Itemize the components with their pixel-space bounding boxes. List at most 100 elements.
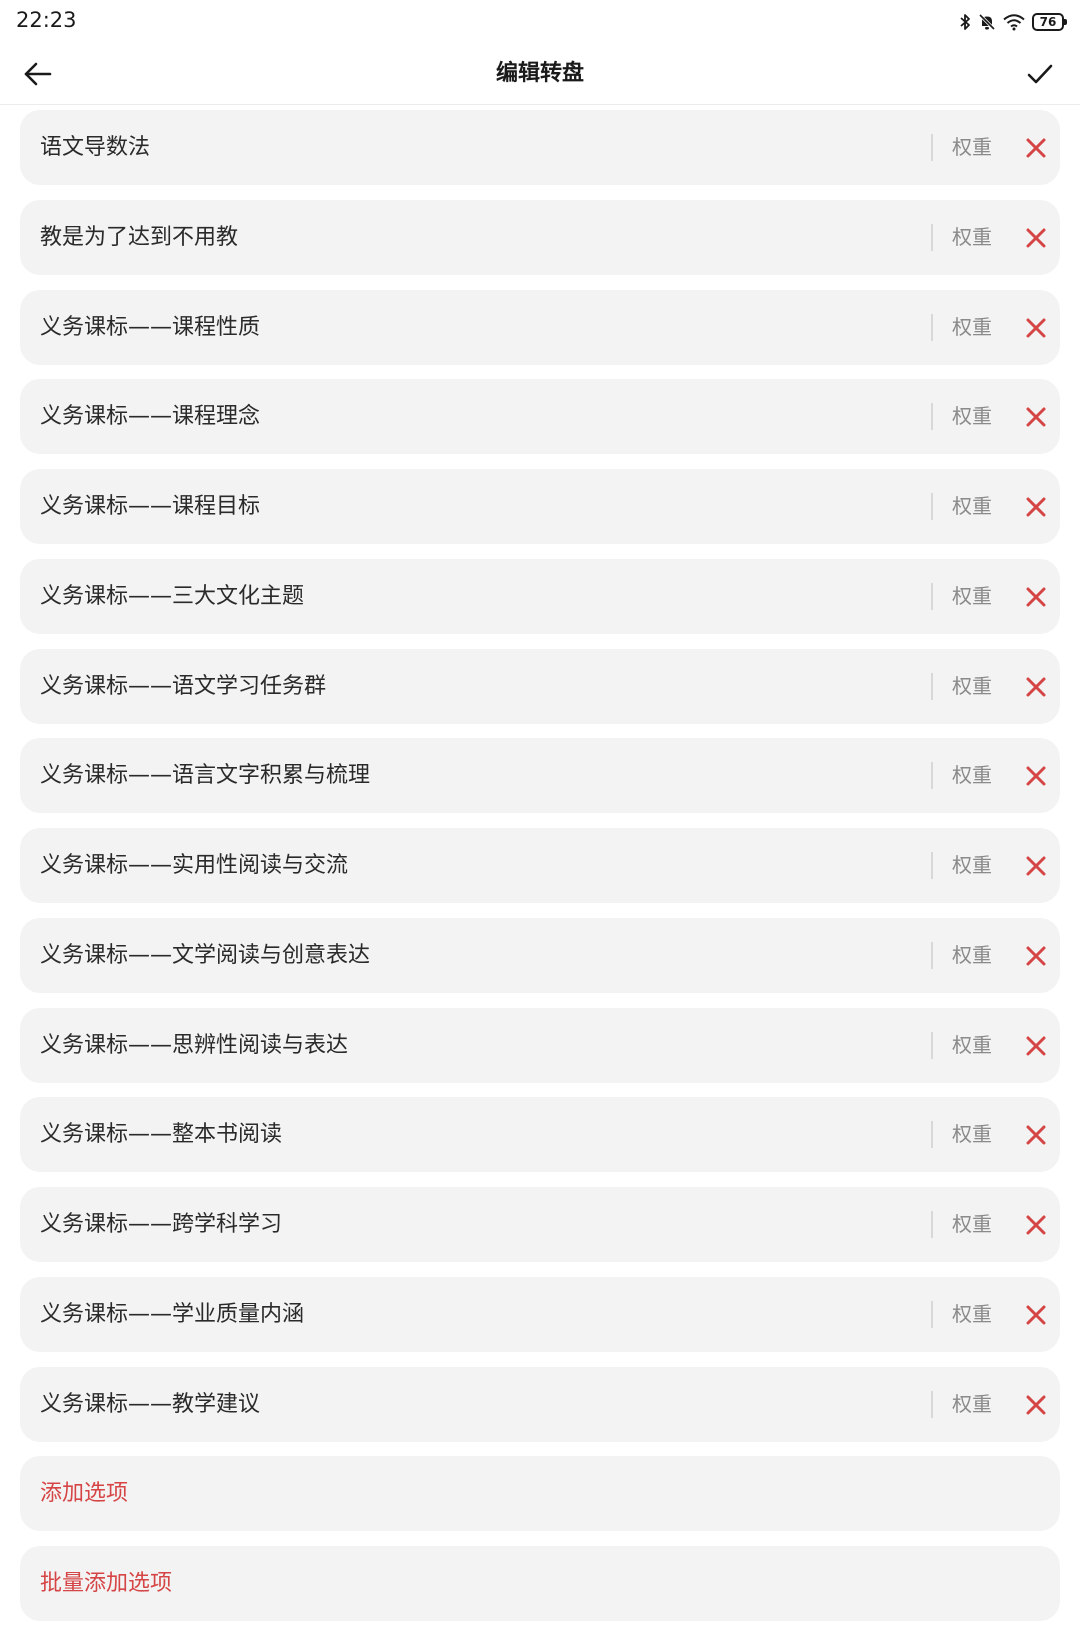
delete-option-button[interactable] — [1024, 944, 1048, 968]
divider — [931, 1390, 933, 1418]
delete-option-button[interactable] — [1024, 1034, 1048, 1058]
option-list: 语文导数法 权重 教是为了达到不用教 权重 义务课标——课程性质 权重 义务课标… — [20, 110, 1060, 1636]
option-row[interactable]: 义务课标——学业质量内涵 权重 — [20, 1276, 1060, 1352]
divider — [931, 762, 933, 790]
close-icon — [1026, 138, 1046, 158]
delete-option-button[interactable] — [1024, 1393, 1048, 1417]
weight-button[interactable]: 权重 — [952, 918, 992, 993]
close-icon — [1026, 1395, 1046, 1414]
app-bar: 编辑转盘 — [0, 44, 1080, 105]
divider — [931, 672, 933, 700]
confirm-button[interactable] — [1024, 58, 1056, 90]
close-icon — [1026, 228, 1046, 248]
option-label[interactable]: 义务课标——思辨性阅读与表达 — [40, 1008, 348, 1083]
divider — [931, 223, 933, 251]
option-row[interactable]: 义务课标——三大文化主题 权重 — [20, 558, 1060, 634]
add-option-button[interactable]: 添加选项 — [20, 1456, 1060, 1532]
option-row[interactable]: 义务课标——文学阅读与创意表达 权重 — [20, 917, 1060, 993]
delete-option-button[interactable] — [1024, 854, 1048, 878]
option-label[interactable]: 义务课标——三大文化主题 — [40, 559, 304, 634]
delete-option-button[interactable] — [1024, 405, 1048, 429]
batch-add-option-label: 批量添加选项 — [40, 1571, 173, 1596]
weight-button[interactable]: 权重 — [952, 1097, 992, 1172]
close-icon — [1026, 318, 1046, 337]
close-icon — [1026, 766, 1046, 786]
option-row[interactable]: 义务课标——课程性质 权重 — [20, 289, 1060, 365]
option-label[interactable]: 义务课标——课程目标 — [40, 469, 260, 544]
option-label[interactable]: 义务课标——学业质量内涵 — [40, 1277, 304, 1352]
batch-add-option-button[interactable]: 批量添加选项 — [20, 1546, 1060, 1621]
close-icon — [1026, 946, 1046, 966]
option-row[interactable]: 义务课标——跨学科学习 权重 — [20, 1187, 1060, 1262]
weight-button[interactable]: 权重 — [952, 1367, 992, 1442]
option-label[interactable]: 义务课标——课程理念 — [40, 379, 260, 454]
divider — [931, 941, 933, 969]
option-label[interactable]: 义务课标——实用性阅读与交流 — [40, 828, 348, 903]
weight-button[interactable]: 权重 — [952, 738, 992, 813]
delete-option-button[interactable] — [1024, 1213, 1048, 1237]
option-row[interactable]: 教是为了达到不用教 权重 — [20, 199, 1060, 275]
close-icon — [1026, 856, 1046, 876]
option-label[interactable]: 语文导数法 — [40, 110, 150, 185]
delete-option-button[interactable] — [1024, 226, 1048, 250]
option-row[interactable]: 语文导数法 权重 — [20, 110, 1060, 185]
weight-button[interactable]: 权重 — [952, 1008, 992, 1083]
divider — [931, 1300, 933, 1328]
weight-button[interactable]: 权重 — [952, 559, 992, 634]
option-row[interactable]: 义务课标——课程目标 权重 — [20, 469, 1060, 544]
divider — [931, 1211, 933, 1238]
option-label[interactable]: 义务课标——整本书阅读 — [40, 1097, 282, 1172]
battery-icon: 76 — [1032, 13, 1067, 31]
close-icon — [1026, 587, 1046, 607]
option-label[interactable]: 义务课标——语文学习任务群 — [40, 649, 326, 724]
divider — [931, 582, 933, 610]
weight-button[interactable]: 权重 — [952, 1187, 992, 1262]
battery-level: 76 — [1039, 15, 1057, 29]
weight-button[interactable]: 权重 — [952, 1277, 992, 1352]
option-label[interactable]: 义务课标——语言文字积累与梳理 — [40, 738, 370, 813]
option-row[interactable]: 义务课标——语文学习任务群 权重 — [20, 648, 1060, 724]
delete-option-button[interactable] — [1024, 675, 1048, 699]
close-icon — [1026, 1305, 1046, 1325]
status-icons: 76 — [959, 10, 1067, 34]
option-row[interactable]: 义务课标——实用性阅读与交流 权重 — [20, 828, 1060, 903]
option-row[interactable]: 义务课标——思辨性阅读与表达 权重 — [20, 1007, 1060, 1083]
option-label[interactable]: 教是为了达到不用教 — [40, 200, 238, 275]
status-time: 22:23 — [16, 8, 77, 32]
weight-button[interactable]: 权重 — [952, 828, 992, 903]
divider — [931, 493, 933, 520]
delete-option-button[interactable] — [1024, 495, 1048, 519]
close-icon — [1026, 407, 1046, 427]
checkmark-icon — [1027, 64, 1053, 84]
option-row[interactable]: 义务课标——课程理念 权重 — [20, 379, 1060, 455]
delete-option-button[interactable] — [1024, 316, 1048, 340]
weight-button[interactable]: 权重 — [952, 649, 992, 724]
option-row[interactable]: 义务课标——整本书阅读 权重 — [20, 1097, 1060, 1173]
weight-button[interactable]: 权重 — [952, 290, 992, 365]
close-icon — [1026, 1036, 1046, 1055]
weight-button[interactable]: 权重 — [952, 379, 992, 454]
close-icon — [1026, 677, 1046, 696]
status-bar: 22:23 76 — [0, 0, 1080, 44]
bell-off-icon — [978, 13, 996, 31]
option-label[interactable]: 义务课标——课程性质 — [40, 290, 260, 365]
delete-option-button[interactable] — [1024, 585, 1048, 609]
option-label[interactable]: 义务课标——文学阅读与创意表达 — [40, 918, 370, 993]
add-option-label: 添加选项 — [40, 1481, 129, 1507]
divider — [931, 313, 933, 341]
delete-option-button[interactable] — [1024, 764, 1048, 788]
option-row[interactable]: 义务课标——语言文字积累与梳理 权重 — [20, 738, 1060, 814]
delete-option-button[interactable] — [1024, 136, 1048, 160]
option-label[interactable]: 义务课标——教学建议 — [40, 1367, 260, 1442]
divider — [931, 1031, 933, 1059]
weight-button[interactable]: 权重 — [952, 200, 992, 275]
weight-button[interactable]: 权重 — [952, 469, 992, 544]
option-row[interactable]: 义务课标——教学建议 权重 — [20, 1366, 1060, 1442]
weight-button[interactable]: 权重 — [952, 110, 992, 185]
option-label[interactable]: 义务课标——跨学科学习 — [40, 1187, 282, 1262]
delete-option-button[interactable] — [1024, 1123, 1048, 1147]
close-icon — [1026, 497, 1046, 517]
divider — [931, 852, 933, 879]
delete-option-button[interactable] — [1024, 1303, 1048, 1327]
divider — [931, 403, 933, 431]
